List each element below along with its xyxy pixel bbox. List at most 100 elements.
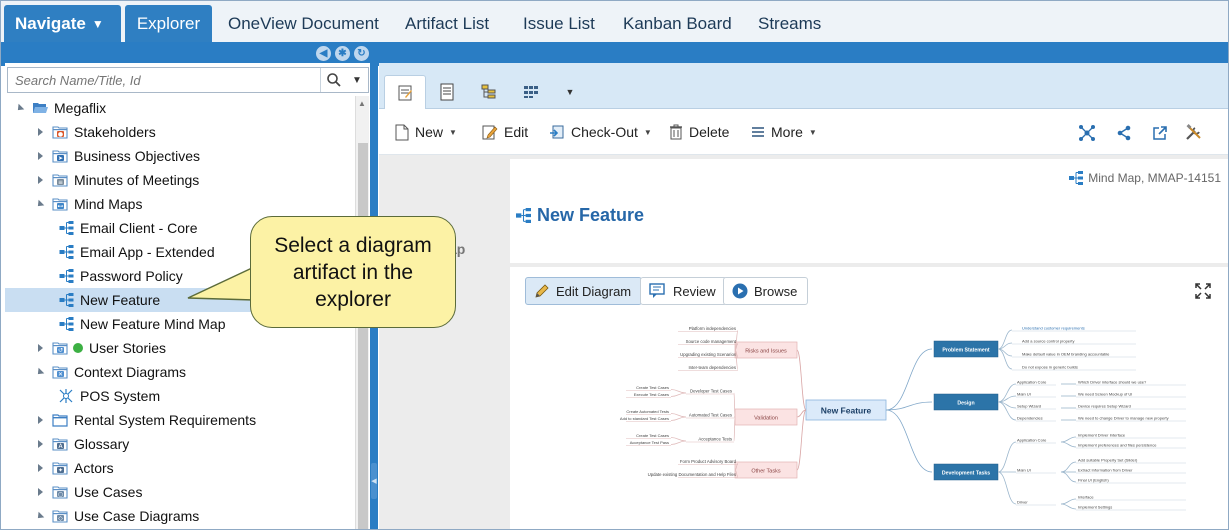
- collapse-toggle-icon[interactable]: [33, 365, 47, 379]
- glossary-icon: A: [52, 436, 68, 452]
- tree-item[interactable]: ◇ Use Case Diagrams: [5, 504, 355, 528]
- scroll-up-icon[interactable]: ▲: [358, 99, 366, 108]
- tab-explorer[interactable]: Explorer: [125, 5, 212, 43]
- tab-hierarchy-view[interactable]: [468, 75, 510, 109]
- edit-icon: [482, 125, 498, 140]
- tree-item[interactable]: ➤ Business Objectives: [5, 144, 355, 168]
- tab-details-view[interactable]: [384, 75, 426, 109]
- tree-item-label: Email App - Extended: [80, 244, 215, 260]
- tree-item-label: Use Cases: [74, 484, 143, 500]
- mindmap-icon: [58, 316, 74, 332]
- collapse-toggle-icon[interactable]: [13, 101, 27, 115]
- expand-toggle-icon[interactable]: [35, 439, 45, 449]
- mindmap-connector: [670, 437, 687, 442]
- mindmap-leaf-label: Inter-team dependencies: [688, 365, 736, 370]
- tree-item[interactable]: ≡ Minutes of Meetings: [5, 168, 355, 192]
- share-button[interactable]: [1115, 124, 1133, 142]
- mind-map-diagram: New Feature Risks and Issues Platform inde…: [620, 326, 1186, 511]
- checkout-button[interactable]: Check-Out ▼: [549, 121, 652, 143]
- tab-document-view[interactable]: [426, 75, 468, 109]
- artifact-content: Mind Map, MMAP-14151 New Feature ap Edit…: [379, 155, 1228, 529]
- svg-text:◇: ◇: [58, 515, 63, 522]
- mindmap-sub-label: Driver: [1017, 500, 1028, 505]
- tab-issue-list[interactable]: Issue List: [523, 5, 595, 43]
- expand-toggle-icon[interactable]: [35, 463, 45, 473]
- mindmap-leaf-label: Execute Test Cases: [634, 392, 669, 397]
- collapse-left-icon[interactable]: ◀: [316, 46, 331, 61]
- tree-item-label: Stakeholders: [74, 124, 156, 140]
- tree-item[interactable]: Rental System Requirements: [5, 408, 355, 432]
- tree-item[interactable]: ↺ User Stories: [5, 336, 355, 360]
- collapse-toggle-icon[interactable]: [33, 509, 47, 523]
- tab-kanban-board[interactable]: Kanban Board: [623, 5, 732, 43]
- share-icon: [1117, 125, 1131, 141]
- splitter-handle[interactable]: ◀: [371, 463, 377, 499]
- mindmap-connector: [670, 392, 687, 397]
- mindmap-connector: [670, 440, 687, 445]
- tree-item[interactable]: ● Stakeholders: [5, 120, 355, 144]
- refresh-icon[interactable]: ↻: [354, 46, 369, 61]
- tab-streams[interactable]: Streams: [758, 5, 821, 43]
- edit-diagram-button[interactable]: Edit Diagram: [525, 277, 643, 305]
- tree-item[interactable]: A Glossary: [5, 432, 355, 456]
- svg-text:●: ●: [58, 131, 63, 138]
- mindmap-icon: [58, 220, 74, 236]
- search-options-dropdown-icon[interactable]: ▼: [346, 75, 368, 86]
- mindmap-leaf-label: Interface: [1078, 495, 1094, 500]
- tree-item[interactable]: ○ Use Cases: [5, 480, 355, 504]
- expand-toggle-icon[interactable]: [35, 127, 45, 137]
- tools-button[interactable]: [1185, 124, 1203, 142]
- search-icon[interactable]: [320, 68, 346, 92]
- checkout-icon: [550, 125, 564, 139]
- network-icon: [1079, 125, 1095, 141]
- expand-toggle-icon[interactable]: [35, 415, 45, 425]
- tree-item[interactable]: POS System: [5, 384, 355, 408]
- top-navigation: Navigate ▼ Explorer OneView Document Arti…: [1, 1, 1228, 43]
- tree-item-label: New Feature Mind Map: [80, 316, 226, 332]
- open-external-button[interactable]: [1151, 124, 1169, 142]
- edit-button[interactable]: Edit: [482, 121, 528, 143]
- app-window: Navigate ▼ Explorer OneView Document Arti…: [0, 0, 1229, 530]
- more-views-dropdown-icon[interactable]: ▼: [550, 75, 590, 109]
- relations-button[interactable]: [1078, 124, 1096, 142]
- tools-icon: [1186, 124, 1201, 140]
- minutes-icon: ≡: [52, 172, 68, 188]
- mindmap-leaf-label: Platform independencies: [689, 326, 736, 331]
- details-icon: [398, 85, 412, 100]
- tree-item[interactable]: ✦ Actors: [5, 456, 355, 480]
- more-button[interactable]: More ▼: [751, 121, 817, 143]
- mindmap-connector: [796, 349, 807, 411]
- expand-toggle-icon[interactable]: [35, 343, 45, 353]
- expand-toggle-icon[interactable]: [35, 487, 45, 497]
- tab-artifact-list[interactable]: Artifact List: [405, 5, 489, 43]
- use-case-icon: ○: [52, 484, 68, 500]
- tab-board-view[interactable]: [510, 75, 552, 109]
- review-button[interactable]: Review: [640, 277, 727, 305]
- mindmap-sub-label: Developer Test Cases: [690, 389, 732, 394]
- expand-toggle-icon[interactable]: [35, 175, 45, 185]
- tree-item[interactable]: ✕ Context Diagrams: [5, 360, 355, 384]
- search-input[interactable]: [8, 68, 320, 92]
- mindmap-icon: [58, 244, 74, 260]
- scrollbar-thumb[interactable]: [358, 143, 368, 529]
- expand-toggle-icon[interactable]: [35, 151, 45, 161]
- mindmap-connector: [1060, 441, 1077, 448]
- mindmap-connector: [885, 409, 933, 473]
- delete-button[interactable]: Delete: [669, 121, 729, 143]
- tree-item-label: Megaflix: [54, 100, 107, 116]
- navigate-menu-button[interactable]: Navigate ▼: [4, 5, 121, 43]
- tree-item[interactable]: ⊷ Mind Maps: [5, 192, 355, 216]
- browse-button[interactable]: Browse: [723, 277, 809, 305]
- user-stories-icon: ↺: [52, 340, 68, 356]
- grid-icon: [524, 86, 538, 98]
- tab-oneview-document[interactable]: OneView Document: [228, 5, 379, 43]
- collapse-toggle-icon[interactable]: [33, 197, 47, 211]
- new-button[interactable]: New ▼: [395, 121, 457, 143]
- chevron-down-icon: ▼: [808, 127, 817, 137]
- gear-icon[interactable]: ✱: [335, 46, 350, 61]
- tree-item[interactable]: Megaflix: [5, 96, 355, 120]
- mindmap-leaf-label: Implement Driver Interface: [1078, 433, 1126, 438]
- review-icon: [649, 283, 665, 298]
- fullscreen-icon[interactable]: [1195, 283, 1211, 299]
- svg-text:○: ○: [58, 491, 63, 498]
